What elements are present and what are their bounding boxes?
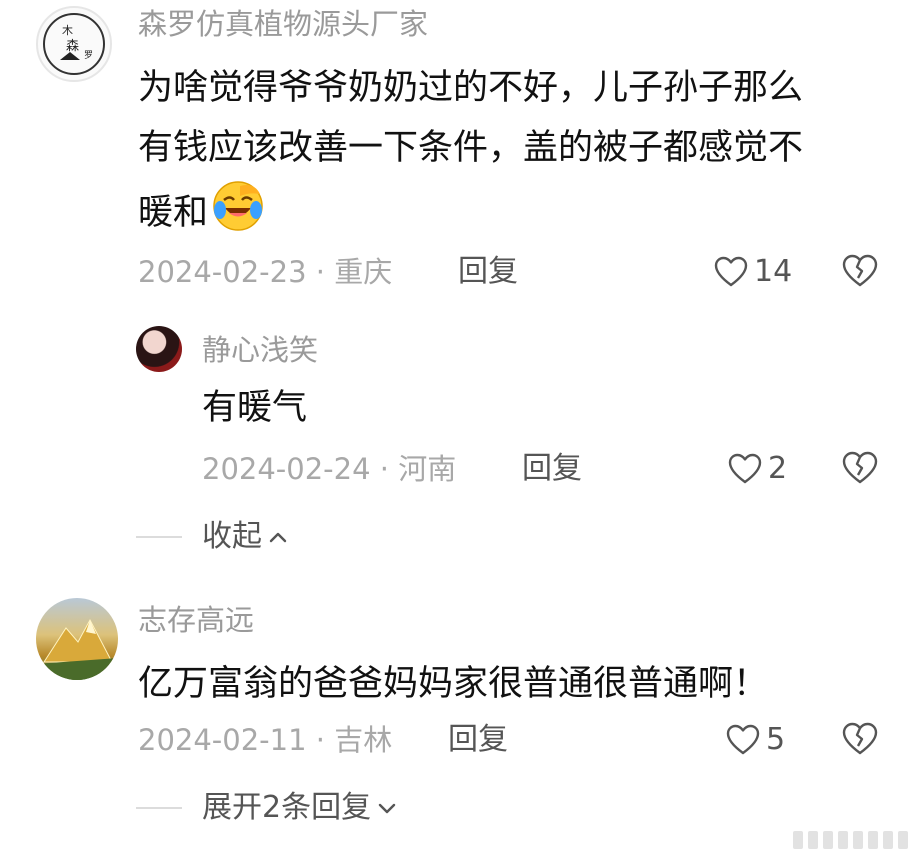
watermark bbox=[793, 831, 908, 849]
expand-label: 展开2条回复 bbox=[202, 790, 372, 825]
like-count: 14 bbox=[754, 254, 793, 289]
avatar[interactable] bbox=[36, 598, 118, 680]
comment-text-line: 有钱应该改善一下条件，盖的被子都感觉不 bbox=[138, 128, 804, 168]
like-count: 2 bbox=[768, 451, 788, 486]
divider bbox=[136, 536, 182, 538]
heart-icon bbox=[714, 256, 748, 287]
chevron-down-icon bbox=[378, 803, 396, 814]
reply-button[interactable]: 回复 bbox=[448, 720, 508, 760]
expand-replies-button[interactable]: 展开2条回复 bbox=[136, 788, 399, 828]
mountain-icon bbox=[36, 618, 118, 680]
heart-icon bbox=[726, 724, 760, 755]
comment-text: 有暖气 bbox=[202, 388, 308, 428]
avatar[interactable]: 木 森 罗 bbox=[36, 6, 112, 82]
svg-text:森: 森 bbox=[66, 39, 79, 54]
comment-meta: 2024-02-23 · 重庆 bbox=[138, 255, 393, 289]
username[interactable]: 志存高远 bbox=[138, 602, 254, 638]
like-button[interactable]: 5 bbox=[726, 720, 785, 760]
like-count: 5 bbox=[766, 722, 786, 757]
comment-text-line: 暖和 bbox=[138, 178, 898, 243]
username[interactable]: 静心浅笑 bbox=[202, 332, 318, 368]
like-button[interactable]: 2 bbox=[728, 449, 787, 489]
comment-text-line: 为啥觉得爷爷奶奶过的不好，儿子孙子那么 bbox=[138, 68, 804, 108]
comment-meta: 2024-02-24 · 河南 bbox=[202, 452, 457, 486]
crying-laughing-emoji-icon bbox=[210, 178, 266, 234]
collapse-replies-button[interactable]: 收起 bbox=[136, 517, 290, 557]
broken-heart-icon bbox=[842, 254, 878, 287]
dislike-button[interactable] bbox=[842, 451, 878, 487]
comment-text: 亿万富翁的爸爸妈妈家很普通很普通啊！ bbox=[138, 664, 769, 704]
dislike-button[interactable] bbox=[842, 722, 878, 758]
forest-logo-icon: 木 森 罗 bbox=[43, 13, 105, 75]
collapse-label: 收起 bbox=[202, 519, 262, 554]
divider bbox=[136, 807, 182, 809]
broken-heart-icon bbox=[842, 722, 878, 755]
broken-heart-icon bbox=[842, 451, 878, 484]
svg-text:罗: 罗 bbox=[84, 50, 93, 61]
avatar[interactable] bbox=[136, 326, 182, 372]
reply-button[interactable]: 回复 bbox=[458, 252, 518, 292]
comment-text: 为啥觉得爷爷奶奶过的不好，儿子孙子那么 有钱应该改善一下条件，盖的被子都感觉不 … bbox=[138, 58, 898, 243]
dislike-button[interactable] bbox=[842, 254, 878, 290]
reply-button[interactable]: 回复 bbox=[522, 449, 582, 489]
like-button[interactable]: 14 bbox=[714, 252, 792, 292]
comment-text-line: 暖和 bbox=[138, 193, 209, 233]
comment-meta: 2024-02-11 · 吉林 bbox=[138, 723, 393, 757]
username[interactable]: 森罗仿真植物源头厂家 bbox=[138, 6, 428, 42]
svg-text:木: 木 bbox=[62, 24, 73, 37]
heart-icon bbox=[728, 453, 762, 484]
chevron-up-icon bbox=[269, 532, 287, 543]
